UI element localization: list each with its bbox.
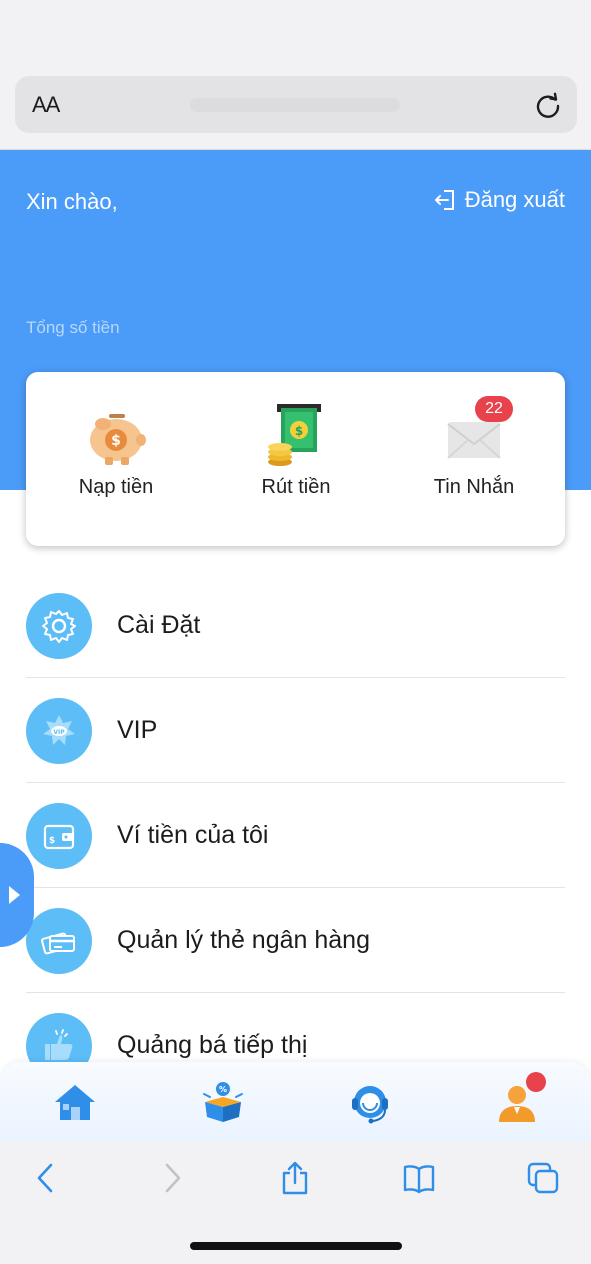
message-count-badge: 22	[475, 396, 513, 422]
menu-item-settings[interactable]: Cài Đặt	[0, 573, 591, 678]
tabs-icon	[527, 1162, 559, 1194]
reload-icon[interactable]	[533, 90, 563, 120]
svg-text:VIP: VIP	[53, 729, 65, 736]
blurred-url	[190, 98, 400, 112]
piggy-bank-icon: $	[83, 402, 149, 468]
account-menu: Cài Đặt VIP VIP $ Ví tiền của tôi Quản l…	[0, 573, 591, 1098]
deposit-button[interactable]: $ Nạp tiền	[26, 402, 206, 499]
withdraw-label: Rút tiền	[261, 476, 331, 498]
share-button[interactable]	[273, 1156, 317, 1200]
logout-label: Đăng xuất	[464, 187, 565, 212]
deposit-label: Nạp tiền	[78, 476, 154, 498]
browser-toolbar	[0, 1142, 591, 1264]
notification-dot	[526, 1072, 546, 1092]
vip-star-icon: VIP	[26, 698, 92, 764]
withdraw-button[interactable]: $ Rút tiền	[206, 402, 386, 499]
quick-actions-card: $ Nạp tiền $ Rút tiền 22 Tin Nhắn	[26, 372, 565, 546]
nav-support-button[interactable]	[345, 1078, 395, 1128]
logout-icon	[434, 190, 454, 210]
total-balance-label: Tổng số tiền	[26, 318, 120, 337]
nav-home-button[interactable]	[50, 1078, 100, 1128]
browser-top-bar: AA	[0, 0, 591, 150]
menu-item-vip[interactable]: VIP VIP	[0, 678, 591, 783]
menu-item-label: Ví tiền của tôi	[117, 821, 269, 849]
logout-button[interactable]: Đăng xuất	[433, 187, 565, 213]
text-size-button[interactable]: AA	[32, 92, 60, 118]
messages-button[interactable]: 22 Tin Nhắn	[384, 396, 564, 499]
promotion-box-icon: %	[203, 1082, 243, 1122]
share-icon	[282, 1161, 308, 1195]
svg-text:$: $	[111, 433, 121, 449]
wallet-icon: $	[26, 803, 92, 869]
svg-text:$: $	[49, 836, 55, 846]
menu-item-label: Quản lý thẻ ngân hàng	[117, 926, 370, 954]
app-bottom-nav: %	[0, 1062, 591, 1142]
nav-profile-button[interactable]	[492, 1072, 546, 1128]
chevron-right-icon	[165, 1163, 181, 1193]
svg-text:%: %	[219, 1085, 227, 1094]
play-arrow-icon	[9, 886, 20, 904]
menu-item-label: VIP	[117, 716, 158, 744]
messages-label: Tin Nhắn	[433, 476, 515, 498]
bank-card-icon	[26, 908, 92, 974]
gear-icon	[26, 593, 92, 659]
svg-text:$: $	[295, 424, 303, 438]
greeting-text: Xin chào,	[26, 189, 118, 214]
forward-button[interactable]	[150, 1156, 194, 1200]
home-icon	[55, 1085, 95, 1120]
mail-icon: 22	[441, 396, 513, 468]
menu-item-wallet[interactable]: $ Ví tiền của tôi	[0, 783, 591, 888]
menu-item-label: Cài Đặt	[117, 611, 201, 639]
address-bar[interactable]: AA	[15, 76, 577, 133]
menu-item-bank-cards[interactable]: Quản lý thẻ ngân hàng	[0, 888, 591, 993]
customer-service-icon	[352, 1086, 388, 1124]
home-indicator	[190, 1242, 402, 1250]
book-icon	[403, 1165, 435, 1194]
bookmarks-button[interactable]	[397, 1156, 441, 1200]
tabs-button[interactable]	[521, 1156, 565, 1200]
chevron-left-icon	[37, 1163, 53, 1193]
back-button[interactable]	[24, 1156, 68, 1200]
withdraw-money-icon: $	[263, 402, 329, 468]
menu-item-label: Quảng bá tiếp thị	[117, 1031, 308, 1059]
nav-promotion-button[interactable]: %	[198, 1078, 248, 1128]
